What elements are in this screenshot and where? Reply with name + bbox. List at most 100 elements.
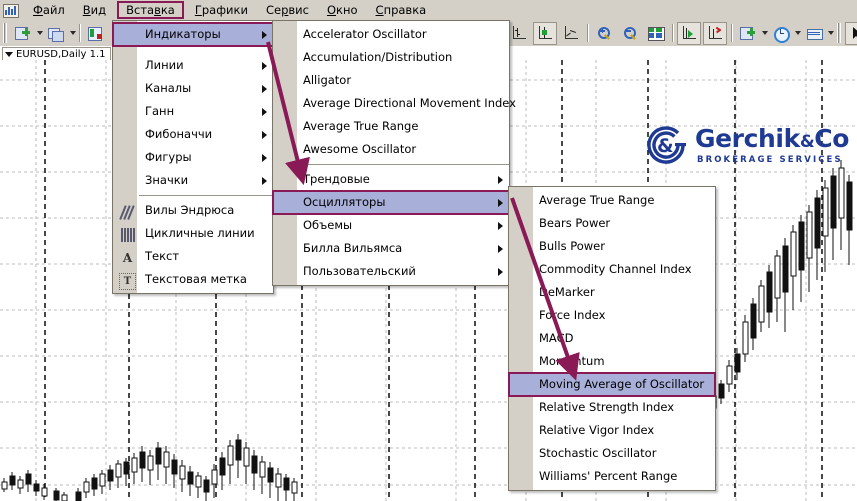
menu-item-williams-percent-range[interactable]: Williams' Percent Range: [509, 465, 715, 488]
timeframes-button[interactable]: [769, 22, 793, 45]
menu-item-text-label[interactable]: T Текстовая метка: [113, 268, 273, 291]
timeframes-dropdown[interactable]: [795, 31, 801, 35]
menu-item-arrows[interactable]: Значки: [113, 169, 273, 192]
toolbar-grip-2[interactable]: [837, 23, 841, 43]
profiles-button[interactable]: [44, 22, 68, 45]
toolbar-grip[interactable]: [3, 23, 7, 43]
menu-item-alligator[interactable]: Alligator: [273, 69, 509, 92]
menu-item-label: Фигуры: [145, 150, 192, 164]
broker-logo: & Gerchik&Co BROKERAGE SERVICES: [645, 122, 849, 174]
menu-item-relative-strength-index[interactable]: Relative Strength Index: [509, 396, 715, 419]
menu-item-label: Accelerator Oscillator: [303, 27, 427, 41]
chevron-down-icon: [5, 51, 13, 57]
menu-item-oscillators[interactable]: Осцилляторы: [272, 190, 510, 215]
zoom-out-icon: [622, 26, 638, 41]
menu-charts[interactable]: Графики: [186, 1, 257, 19]
submenu-arrow-icon: [498, 175, 503, 184]
menu-item-demarker[interactable]: DeMarker: [509, 281, 715, 304]
zoom-in-button[interactable]: [592, 22, 616, 45]
menu-item-text[interactable]: A Текст: [113, 245, 273, 268]
submenu-arrow-icon: [262, 130, 267, 139]
svg-text:&: &: [657, 135, 674, 157]
zoom-out-button[interactable]: [618, 22, 642, 45]
templates-icon: [806, 26, 823, 41]
menu-item-custom[interactable]: Пользовательский: [273, 260, 509, 283]
menu-window[interactable]: Окно: [318, 1, 367, 19]
menu-item-force-index[interactable]: Force Index: [509, 304, 715, 327]
submenu-arrow-icon: [262, 61, 267, 70]
menu-item-moving-average-of-oscillator[interactable]: Moving Average of Oscillator: [508, 372, 716, 397]
submenu-arrow-icon: [262, 30, 267, 39]
submenu-arrow-icon: [262, 176, 267, 185]
menu-help[interactable]: Справка: [367, 1, 436, 19]
menu-item-momentum[interactable]: Momentum: [509, 350, 715, 373]
menu-view[interactable]: Вид: [74, 1, 115, 19]
menu-item-cyclic-lines[interactable]: Цикличные линии: [113, 222, 273, 245]
auto-scroll-button[interactable]: [677, 21, 701, 45]
menu-separator: [139, 195, 273, 196]
new-chart-dropdown[interactable]: [37, 31, 43, 35]
menu-item-label: Цикличные линии: [145, 226, 255, 240]
menu-item-label: Bears Power: [539, 216, 611, 230]
candlestick-chart-button[interactable]: [533, 21, 557, 45]
menu-item-label: Average True Range: [303, 119, 419, 133]
new-order-button[interactable]: [84, 22, 108, 45]
oscillators-menu[interactable]: Average True Range Bears Power Bulls Pow…: [508, 186, 716, 491]
menu-item-fibonacci[interactable]: Фибоначчи: [113, 123, 273, 146]
menu-item-indicators[interactable]: Индикаторы: [112, 22, 274, 47]
menu-spacer: [113, 46, 273, 54]
menu-item-bears-power[interactable]: Bears Power: [509, 212, 715, 235]
indicators-dropdown[interactable]: [762, 31, 768, 35]
menu-item-volumes[interactable]: Объемы: [273, 214, 509, 237]
bar-chart-button[interactable]: [507, 22, 531, 45]
submenu-arrow-icon: [262, 84, 267, 93]
menu-item-relative-vigor-index[interactable]: Relative Vigor Index: [509, 419, 715, 442]
menu-item-gann[interactable]: Ганн: [113, 100, 273, 123]
menu-item-average-true-range[interactable]: Average True Range: [509, 189, 715, 212]
menu-item-commodity-channel-index[interactable]: Commodity Channel Index: [509, 258, 715, 281]
menu-item-awesome-oscillator[interactable]: Awesome Oscillator: [273, 138, 509, 161]
menu-item-bulls-power[interactable]: Bulls Power: [509, 235, 715, 258]
profiles-dropdown[interactable]: [70, 31, 76, 35]
tile-windows-button[interactable]: [644, 22, 668, 45]
menu-item-accelerator-oscillator[interactable]: Accelerator Oscillator: [273, 23, 509, 46]
menu-file-rest: айл: [42, 3, 65, 17]
oscillators-menu-list: Average True Range Bears Power Bulls Pow…: [508, 187, 716, 490]
menu-item-label: MACD: [539, 331, 574, 345]
menu-item-label: Линии: [145, 58, 184, 72]
menu-item-label: Commodity Channel Index: [539, 262, 692, 276]
menu-item-lines[interactable]: Линии: [113, 54, 273, 77]
menu-tools[interactable]: Сервис: [257, 1, 318, 19]
menu-item-label: Average True Range: [539, 193, 655, 207]
menu-item-average-directional-movement-index[interactable]: Average Directional Movement Index: [273, 92, 516, 115]
menu-item-average-true-range[interactable]: Average True Range: [273, 115, 509, 138]
menu-item-macd[interactable]: MACD: [509, 327, 715, 350]
menu-separator: [299, 164, 509, 165]
menu-charts-rest: рафики: [201, 3, 248, 17]
templates-dropdown[interactable]: [828, 31, 834, 35]
menu-item-andrews-pitchfork[interactable]: Вилы Эндрюса: [113, 199, 273, 222]
menu-item-accumulation-distribution[interactable]: Accumulation/Distribution: [273, 46, 509, 69]
insert-menu[interactable]: Индикаторы Линии Каналы Ганн Фибоначчи Ф…: [112, 20, 274, 294]
new-chart-button[interactable]: [11, 22, 35, 45]
indicators-button[interactable]: [736, 22, 760, 45]
menu-item-label: Accumulation/Distribution: [303, 50, 453, 64]
menu-item-trend[interactable]: Трендовые: [273, 168, 509, 191]
menu-item-label: Значки: [145, 173, 189, 187]
menu-item-bill-williams[interactable]: Билла Вильямса: [273, 237, 509, 260]
menu-insert[interactable]: Встaвка: [117, 1, 184, 19]
logo-wordmark: Gerchik&Co: [695, 124, 849, 153]
menu-item-shapes[interactable]: Фигуры: [113, 146, 273, 169]
new-order-icon: [88, 26, 104, 41]
menu-item-label: Фибоначчи: [145, 127, 213, 141]
menu-item-stochastic-oscillator[interactable]: Stochastic Oscillator: [509, 442, 715, 465]
templates-button[interactable]: [802, 22, 826, 45]
zoom-in-icon: [596, 26, 612, 41]
menu-file[interactable]: Файл: [24, 1, 74, 19]
cursor-button[interactable]: [845, 21, 857, 45]
line-chart-button[interactable]: [559, 22, 583, 45]
indicators-menu[interactable]: Accelerator Oscillator Accumulation/Dist…: [272, 20, 516, 286]
menu-item-channels[interactable]: Каналы: [113, 77, 273, 100]
auto-scroll-icon: [681, 25, 697, 41]
chart-shift-button[interactable]: [703, 21, 727, 45]
